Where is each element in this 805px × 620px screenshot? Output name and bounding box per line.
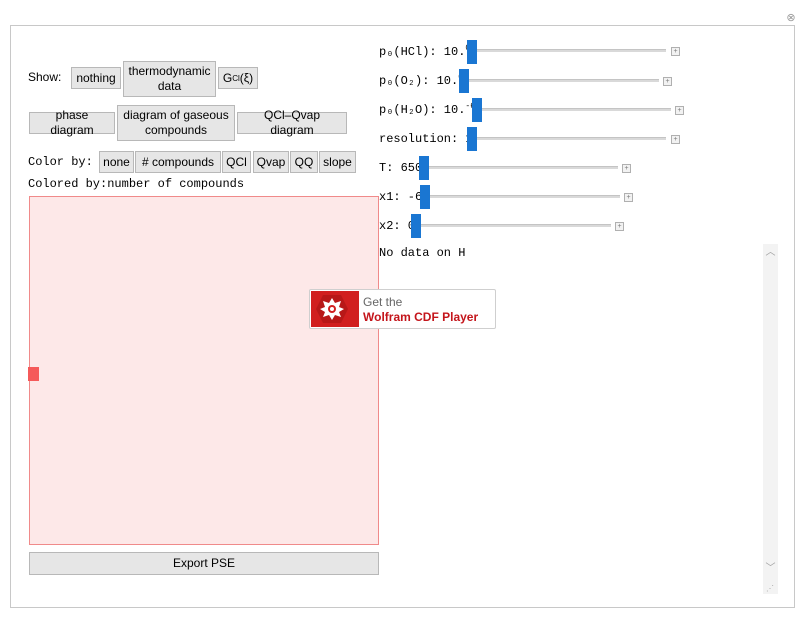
colored-by-text: Colored by:number of compounds [28,177,244,191]
output-scrollbar[interactable]: ︿ ﹀ [763,244,778,594]
show-g-cl-button[interactable]: G Cl (ξ) [218,67,258,89]
p0-o2-slider-thumb[interactable] [459,69,469,93]
p0-hcl-label: p₀(HCl): 10.0 [379,44,470,59]
output-message: No data on H [379,246,466,260]
g-subscript: Cl [232,73,240,83]
close-icon[interactable]: ⊗ [785,12,797,24]
resolution-label: resolution: 1 [379,132,473,146]
resolution-expand-icon[interactable]: + [671,135,680,144]
color-compounds-button[interactable]: # compounds [135,151,221,173]
temperature-slider-thumb[interactable] [419,156,429,180]
colored-by-value: number of compounds [107,177,245,191]
p0-hcl-expand-icon[interactable]: + [671,47,680,56]
gaseous-compounds-diagram-button[interactable]: diagram of gaseous compounds [117,105,235,141]
p0-hcl-text: p₀(HCl): 10. [379,45,466,59]
x2-label: x2: 0 [379,219,416,233]
wolfram-logo-icon [311,291,359,327]
x2-expand-icon[interactable]: + [615,222,624,231]
p0-o2-text: p₀(O₂): 10. [379,74,459,88]
scroll-up-icon[interactable]: ︿ [763,246,778,260]
phase-diagram-button[interactable]: phase diagram [29,108,115,137]
x1-slider-track[interactable] [420,195,620,198]
scroll-down-icon[interactable]: ﹀ [763,562,778,576]
p0-o2-slider-track[interactable] [459,79,659,82]
temperature-expand-icon[interactable]: + [622,164,631,173]
g-arg: (ξ) [239,70,254,85]
resolution-slider-track[interactable] [467,137,666,140]
x1-label: x1: -6 [379,190,423,204]
export-pse-button[interactable]: Export PSE [29,552,379,575]
color-qvap-button[interactable]: Qvap [253,151,289,173]
cdf-get-the: Get the [363,295,403,309]
x1-slider-thumb[interactable] [420,185,430,209]
show-thermodynamic-data-button[interactable]: thermodynamic data [123,61,216,97]
qcl-qvap-diagram-button[interactable]: QCl–Qvap diagram [237,108,347,137]
resolution-slider-thumb[interactable] [467,127,477,151]
color-qcl-button[interactable]: QCl [222,151,251,173]
p0-o2-label: p₀(O₂): 10.0 [379,73,463,88]
x2-slider-thumb[interactable] [411,214,421,238]
temperature-slider-track[interactable] [419,166,618,169]
g-label: G [222,70,233,85]
p0-h2o-text: p₀(H₂O): 10. [379,103,466,117]
resize-grip-icon[interactable]: ⋰ [766,584,776,594]
color-by-label: Color by: [28,155,93,169]
p0-o2-expand-icon[interactable]: + [663,77,672,86]
plot-area[interactable] [29,196,379,545]
x1-expand-icon[interactable]: + [624,193,633,202]
color-slope-button[interactable]: slope [319,151,356,173]
cdf-player-name: Wolfram CDF Player [363,310,479,324]
p0-hcl-slider-track[interactable] [467,49,666,52]
p0-h2o-slider-thumb[interactable] [472,98,482,122]
plot-marker [28,367,39,381]
show-nothing-button[interactable]: nothing [71,67,121,89]
cdf-player-badge[interactable]: Get the Wolfram CDF Player [309,289,496,329]
p0-h2o-slider-track[interactable] [472,108,671,111]
temperature-label: T: 650 [379,161,423,175]
x2-slider-track[interactable] [411,224,611,227]
colored-by-label: Colored by: [28,177,108,191]
show-label: Show: [28,70,62,84]
p0-h2o-label: p₀(H₂O): 10.-6 [379,102,475,117]
color-qq-button[interactable]: QQ [290,151,318,173]
p0-hcl-slider-thumb[interactable] [467,40,477,64]
color-none-button[interactable]: none [99,151,134,173]
p0-h2o-expand-icon[interactable]: + [675,106,684,115]
